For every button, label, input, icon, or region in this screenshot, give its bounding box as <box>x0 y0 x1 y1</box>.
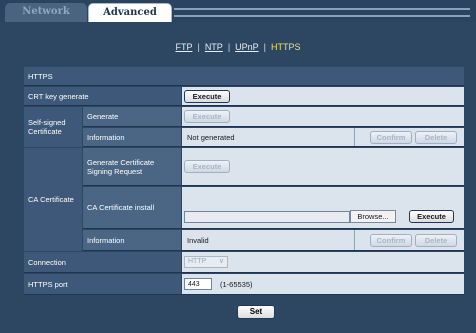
https-port-label: HTTPS port <box>24 274 181 294</box>
tab-bar: Network Advanced <box>0 0 476 22</box>
ca-delete-button[interactable]: Delete <box>415 234 457 247</box>
self-signed-generate-row: Generate Execute <box>83 107 464 127</box>
ca-install-row: CA Certificate install Browse... Execute <box>83 187 464 229</box>
self-signed-delete-button[interactable]: Delete <box>415 131 457 144</box>
ca-confirm-button[interactable]: Confirm <box>370 234 412 247</box>
https-settings-panel: HTTPS CRT key generate Execute Self-sign… <box>24 67 464 296</box>
tab-bar-divider <box>174 8 470 17</box>
cell-divider <box>354 128 355 146</box>
ca-info-value: Invalid <box>187 236 209 245</box>
ca-info-row: Information Invalid Confirm Delete <box>83 230 464 251</box>
ca-install-browse-button[interactable]: Browse... <box>350 210 396 223</box>
subnav-separator: | <box>263 42 267 52</box>
https-port-input[interactable]: 443 <box>188 280 200 289</box>
ca-install-execute-button[interactable]: Execute <box>409 210 454 223</box>
ca-install-file-input[interactable] <box>184 211 350 223</box>
subnav-link-upnp[interactable]: UPnP <box>235 42 259 52</box>
subnav-separator: | <box>227 42 231 52</box>
ca-info-label: Information <box>83 230 181 250</box>
chevron-down-icon: ∨ <box>218 258 224 265</box>
tab-network[interactable]: Network <box>5 3 87 22</box>
crt-key-execute-button[interactable]: Execute <box>184 90 230 103</box>
ca-csr-row: Generate Certificate Signing Request Exe… <box>83 148 464 186</box>
subnav-link-https[interactable]: HTTPS <box>271 42 301 52</box>
https-port-row: HTTPS port 443 (1-65535) <box>24 274 464 295</box>
self-signed-confirm-button[interactable]: Confirm <box>370 131 412 144</box>
self-signed-info-value: Not generated <box>187 133 235 142</box>
crt-key-label: CRT key generate <box>24 87 181 105</box>
https-port-range: (1-65535) <box>220 280 253 289</box>
ca-install-label: CA Certificate install <box>83 187 181 228</box>
connection-select[interactable]: HTTP ∨ <box>184 256 228 268</box>
connection-row: Connection HTTP ∨ <box>24 252 464 273</box>
cell-divider <box>354 230 355 250</box>
section-header-row: HTTPS <box>24 67 464 86</box>
self-signed-generate-button[interactable]: Execute <box>184 110 230 123</box>
section-header: HTTPS <box>24 67 464 85</box>
subnav-link-ftp[interactable]: FTP <box>175 42 192 52</box>
self-signed-info-label: Information <box>83 128 181 146</box>
connection-label: Connection <box>24 252 181 272</box>
self-signed-info-row: Information Not generated Confirm Delete <box>83 128 464 147</box>
subnav-link-ntp[interactable]: NTP <box>205 42 223 52</box>
connection-select-value: HTTP <box>188 258 207 265</box>
ca-certificate-label: CA Certificate <box>24 148 82 251</box>
subnav: FTP | NTP | UPnP | HTTPS <box>0 42 476 52</box>
ca-csr-label: Generate Certificate Signing Request <box>83 148 181 185</box>
tab-advanced[interactable]: Advanced <box>88 3 172 22</box>
subnav-separator: | <box>197 42 200 52</box>
set-button[interactable]: Set <box>237 305 275 319</box>
ca-csr-execute-button[interactable]: Execute <box>184 160 230 173</box>
self-signed-generate-label: Generate <box>83 107 181 126</box>
self-signed-label: Self-signed Certificate <box>24 107 82 147</box>
crt-key-row: CRT key generate Execute <box>24 87 464 106</box>
